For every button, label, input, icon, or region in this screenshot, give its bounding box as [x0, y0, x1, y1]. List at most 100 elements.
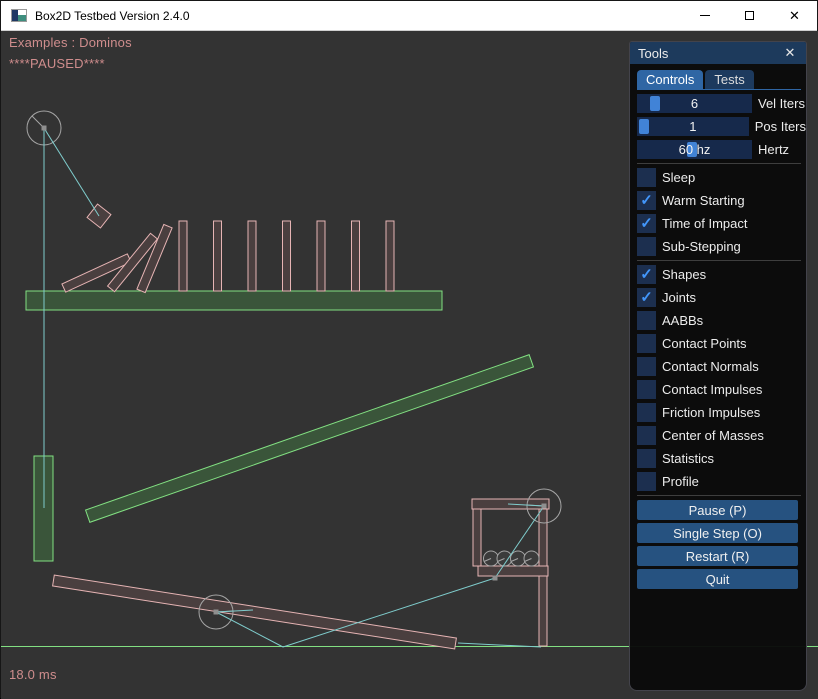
checkbox-label-friction-impulses: Friction Impulses	[662, 405, 760, 420]
joint-anchor-pivot	[42, 126, 47, 131]
domino-upright-7[interactable]	[386, 221, 394, 291]
checkmark-icon: ✓	[640, 265, 653, 284]
slider-value-hertz: 60 hz	[637, 140, 752, 159]
checkbox-box-warm-starting[interactable]: ✓	[637, 191, 656, 210]
checkbox-box-shapes[interactable]: ✓	[637, 265, 656, 284]
checkbox-contact-points[interactable]: Contact Points	[637, 334, 806, 353]
checkbox-label-center-of-masses: Center of Masses	[662, 428, 764, 443]
tab-tests[interactable]: Tests	[705, 70, 753, 89]
checkmark-icon: ✓	[640, 191, 653, 210]
tab-bar: ControlsTests	[637, 70, 801, 90]
slider-label-hertz: Hertz	[758, 142, 789, 157]
checkbox-contact-impulses[interactable]: Contact Impulses	[637, 380, 806, 399]
checkbox-box-contact-normals[interactable]	[637, 357, 656, 376]
checkbox-contact-normals[interactable]: Contact Normals	[637, 357, 806, 376]
tools-panel-body: ControlsTests 6 Vel Iters 1 Pos Iters60 hz H…	[630, 64, 806, 690]
domino-upright-4[interactable]	[283, 221, 291, 291]
checkbox-box-friction-impulses[interactable]	[637, 403, 656, 422]
seesaw-plank[interactable]	[53, 575, 457, 649]
app-icon	[11, 9, 27, 22]
slider-hertz[interactable]: 60 hz	[637, 140, 752, 159]
checkbox-friction-impulses[interactable]: Friction Impulses	[637, 403, 806, 422]
window-title: Box2D Testbed Version 2.4.0	[35, 9, 190, 23]
pause-p-button[interactable]: Pause (P)	[637, 500, 798, 520]
checkbox-label-contact-impulses: Contact Impulses	[662, 382, 762, 397]
checkbox-label-profile: Profile	[662, 474, 699, 489]
checkbox-box-statistics[interactable]	[637, 449, 656, 468]
slider-row-hertz: 60 hz Hertz	[637, 140, 806, 159]
joint-anchor-pulley	[542, 504, 547, 509]
app-window: Box2D Testbed Version 2.4.0 ✕	[0, 0, 818, 698]
domino-upright-2[interactable]	[214, 221, 222, 291]
close-button[interactable]: ✕	[772, 1, 817, 30]
joint-anchor-seesaw	[214, 610, 219, 615]
slider-vel-iters[interactable]: 6	[637, 94, 752, 113]
tools-panel: Tools ✕ ControlsTests 6 Vel Iters 1 Pos Ite…	[629, 41, 807, 691]
checkbox-box-aabbs[interactable]	[637, 311, 656, 330]
checkbox-aabbs[interactable]: AABBs	[637, 311, 806, 330]
slider-value-vel-iters: 6	[637, 94, 752, 113]
tab-controls[interactable]: Controls	[637, 70, 703, 89]
slider-value-pos-iters: 1	[637, 117, 749, 136]
checkbox-label-warm-starting: Warm Starting	[662, 193, 745, 208]
checkbox-sub-stepping[interactable]: Sub-Stepping	[637, 237, 806, 256]
checkbox-box-contact-impulses[interactable]	[637, 380, 656, 399]
separator-checkbox-group	[637, 260, 801, 261]
checkbox-box-contact-points[interactable]	[637, 334, 656, 353]
frame-time-label: 18.0 ms	[9, 667, 57, 682]
window-titlebar: Box2D Testbed Version 2.4.0 ✕	[1, 1, 817, 31]
separator-sliders	[637, 163, 801, 164]
frame-right-post[interactable]	[539, 509, 547, 646]
checkbox-box-joints[interactable]: ✓	[637, 288, 656, 307]
checkbox-label-aabbs: AABBs	[662, 313, 703, 328]
domino-upright-6[interactable]	[352, 221, 360, 291]
domino-upright-5[interactable]	[317, 221, 325, 291]
checkbox-label-shapes: Shapes	[662, 267, 706, 282]
example-label: Examples : Dominos	[9, 35, 132, 50]
quit-button[interactable]: Quit	[637, 569, 798, 589]
maximize-button[interactable]	[727, 1, 772, 30]
checkbox-warm-starting[interactable]: ✓ Warm Starting	[637, 191, 806, 210]
checkbox-label-contact-normals: Contact Normals	[662, 359, 759, 374]
paused-label: ****PAUSED****	[9, 56, 105, 71]
checkbox-center-of-masses[interactable]: Center of Masses	[637, 426, 806, 445]
checkbox-label-time-of-impact: Time of Impact	[662, 216, 747, 231]
minimize-button[interactable]	[682, 1, 727, 30]
checkbox-shapes[interactable]: ✓ Shapes	[637, 265, 806, 284]
separator-buttons	[637, 495, 801, 496]
tools-panel-close-button[interactable]: ✕	[782, 45, 798, 61]
slider-row-vel-iters: 6 Vel Iters	[637, 94, 806, 113]
frame-left-post[interactable]	[473, 509, 481, 566]
checkbox-label-statistics: Statistics	[662, 451, 714, 466]
checkbox-label-joints: Joints	[662, 290, 696, 305]
frame-shelf[interactable]	[478, 566, 548, 576]
checkbox-statistics[interactable]: Statistics	[637, 449, 806, 468]
simulation-viewport[interactable]: Examples : Dominos ****PAUSED**** 18.0 m…	[1, 31, 818, 699]
checkmark-icon: ✓	[640, 214, 653, 233]
incline-plank	[86, 355, 534, 523]
minimize-icon	[700, 15, 710, 16]
checkbox-label-sub-stepping: Sub-Stepping	[662, 239, 741, 254]
joint-anchor-shelf	[493, 576, 498, 581]
checkbox-sleep[interactable]: Sleep	[637, 168, 806, 187]
tools-panel-titlebar[interactable]: Tools ✕	[630, 42, 806, 64]
checkbox-profile[interactable]: Profile	[637, 472, 806, 491]
slider-label-pos-iters: Pos Iters	[755, 119, 806, 134]
checkbox-label-contact-points: Contact Points	[662, 336, 747, 351]
checkbox-joints[interactable]: ✓ Joints	[637, 288, 806, 307]
domino-upright-1[interactable]	[179, 221, 187, 291]
slider-row-pos-iters: 1 Pos Iters	[637, 117, 806, 136]
restart-r-button[interactable]: Restart (R)	[637, 546, 798, 566]
slider-label-vel-iters: Vel Iters	[758, 96, 805, 111]
checkbox-box-sub-stepping[interactable]	[637, 237, 656, 256]
checkbox-box-sleep[interactable]	[637, 168, 656, 187]
checkbox-box-time-of-impact[interactable]: ✓	[637, 214, 656, 233]
checkbox-box-profile[interactable]	[637, 472, 656, 491]
button-list: Pause (P) Single Step (O) Restart (R) Quit	[637, 500, 798, 589]
checkbox-time-of-impact[interactable]: ✓ Time of Impact	[637, 214, 806, 233]
checkmark-icon: ✓	[640, 288, 653, 307]
slider-pos-iters[interactable]: 1	[637, 117, 749, 136]
checkbox-box-center-of-masses[interactable]	[637, 426, 656, 445]
single-step-o-button[interactable]: Single Step (O)	[637, 523, 798, 543]
domino-upright-3[interactable]	[248, 221, 256, 291]
